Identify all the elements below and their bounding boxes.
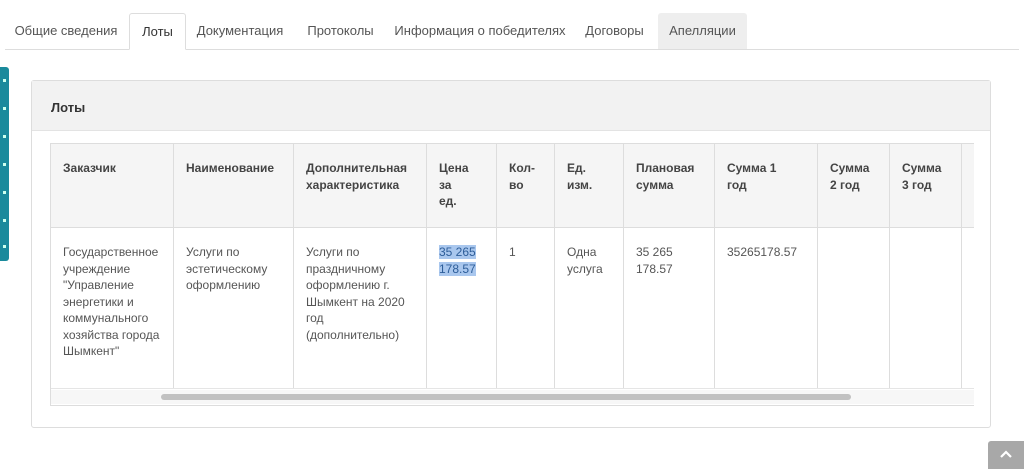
col-customer-header: Заказчик (51, 144, 174, 227)
tab-protocols[interactable]: Протоколы (294, 13, 387, 49)
tab-lots[interactable]: Лоты (129, 13, 186, 50)
tab-bar: Общие сведения Лоты Документация Протоко… (0, 0, 1024, 50)
col-characteristic-header: Дополнительная характеристика (294, 144, 427, 227)
panel-heading: Лоты (32, 81, 990, 131)
horizontal-scrollbar[interactable] (51, 390, 974, 404)
col-quantity-header: Кол-во (497, 144, 555, 227)
col-planned-sum-header: Плановая сумма (624, 144, 715, 227)
col-sum-year3-header: Сумма 3 год (890, 144, 962, 227)
col-sum-year1-header: Сумма 1 год (715, 144, 818, 227)
cell-planned-sum: 35 265 178.57 (624, 228, 715, 388)
col-unit-header: Ед. изм. (555, 144, 624, 227)
cell-unit-price: 35 265 178.57 (427, 228, 497, 388)
lots-panel: Лоты Заказчик Наименование Дополнительна… (31, 80, 991, 428)
cell-sum-year3 (890, 228, 962, 388)
side-feedback-widget[interactable] (0, 67, 9, 261)
lots-table: Заказчик Наименование Дополнительная хар… (50, 143, 974, 406)
selected-text: 35 265 178.57 (439, 245, 476, 276)
cell-characteristic: Услуги по праздничному оформлению г. Шым… (294, 228, 427, 388)
tab-appeals[interactable]: Апелляции (658, 13, 747, 49)
cell-customer: Государственное учреждение "Управление э… (51, 228, 174, 388)
scroll-to-top-button[interactable] (988, 441, 1024, 469)
table-row: Государственное учреждение "Управление э… (51, 228, 974, 389)
cell-quantity: 1 (497, 228, 555, 388)
col-unit-price-header: Цена за ед. (427, 144, 497, 227)
tab-contracts[interactable]: Договоры (573, 13, 656, 49)
col-name-header: Наименование (174, 144, 294, 227)
cell-sum-year2 (818, 228, 890, 388)
tab-general-info[interactable]: Общие сведения (5, 13, 127, 49)
tab-winners-info[interactable]: Информация о победителях (389, 13, 571, 49)
cell-name: Услуги по эстетическому оформлению (174, 228, 294, 388)
scrollbar-thumb[interactable] (161, 394, 851, 400)
chevron-up-icon (1000, 450, 1012, 458)
panel-title: Лоты (51, 100, 86, 115)
col-sum-year2-header: Сумма 2 год (818, 144, 890, 227)
table-header-row: Заказчик Наименование Дополнительная хар… (51, 144, 974, 228)
cell-sum-year1: 35265178.57 (715, 228, 818, 388)
cell-unit: Одна услуга (555, 228, 624, 388)
tab-documentation[interactable]: Документация (188, 13, 292, 49)
